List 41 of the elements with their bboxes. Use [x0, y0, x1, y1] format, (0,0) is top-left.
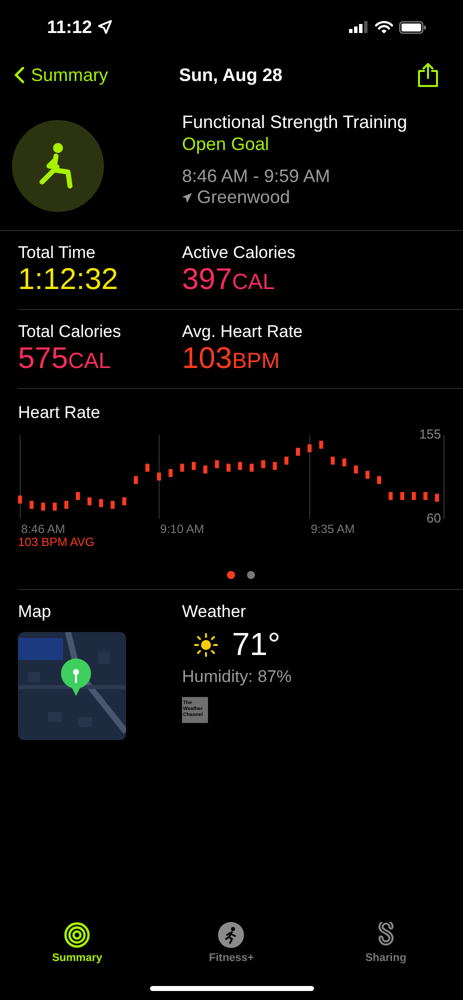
section-title: Weather — [182, 602, 247, 622]
runner-icon — [218, 922, 244, 948]
chart-title: Heart Rate — [18, 403, 102, 423]
back-link[interactable]: Summary — [14, 64, 164, 86]
metric-value: 1:12:32 — [18, 263, 120, 297]
metric-value: 575CAL — [18, 342, 112, 377]
location-arrow-icon — [182, 192, 192, 202]
chevron-left-icon — [14, 66, 25, 84]
workout-location: Greenwood — [197, 187, 290, 208]
tab[interactable]: Fitness+ — [154, 922, 309, 964]
workout-time-range: 8:46 AM - 9:59 AM — [182, 166, 332, 187]
page-dot[interactable] — [226, 571, 234, 579]
metric-value: 397CAL — [182, 263, 276, 298]
axis-label: 155 — [419, 427, 441, 442]
metric-value: 103BPM — [182, 342, 281, 377]
axis-label: 8:46 AM — [21, 522, 66, 536]
axis-label: 9:10 AM — [160, 522, 204, 536]
axis-label: 60 — [426, 510, 441, 526]
humidity: Humidity: 87% — [182, 667, 293, 687]
status-time: 11:12 — [47, 16, 92, 38]
metric-label: Total Calories — [18, 322, 122, 342]
section-title: Map — [18, 602, 52, 622]
location-arrow-icon — [98, 20, 112, 34]
metric-label: Avg. Heart Rate — [182, 322, 304, 342]
nav-title: Sun, Aug 28 — [178, 64, 282, 86]
metric-label: Active Calories — [182, 243, 296, 263]
wifi-icon — [375, 20, 393, 34]
page-dot[interactable] — [246, 571, 254, 579]
tab[interactable]: Summary — [0, 922, 154, 964]
average-heart-rate: 103 BPM AVG — [18, 535, 96, 549]
temperature: 71° — [232, 626, 280, 663]
workout-name: Functional Strength Training — [182, 112, 408, 133]
workout-goal: Open Goal — [182, 134, 270, 155]
tab[interactable]: Sharing — [308, 922, 463, 964]
metric-label: Total Time — [18, 243, 96, 263]
axis-label: 9:35 AM — [310, 522, 355, 536]
signal-icon — [349, 21, 369, 33]
share-icon[interactable] — [417, 62, 439, 88]
battery-icon — [399, 20, 427, 34]
rings-icon — [64, 922, 90, 948]
sun-icon — [194, 632, 218, 656]
